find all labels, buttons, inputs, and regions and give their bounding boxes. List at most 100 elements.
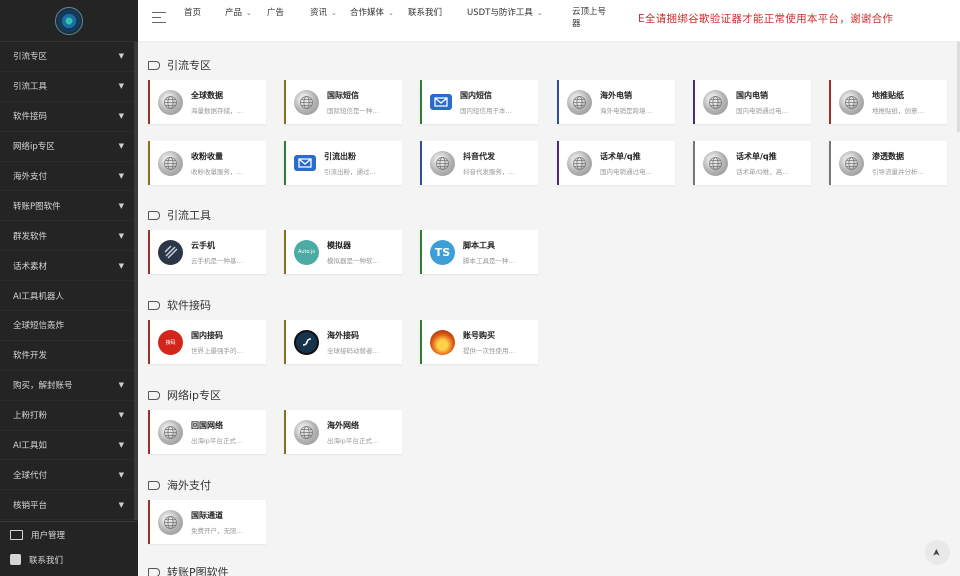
tool-card-text: 国内电销 国内电销通过电…	[736, 90, 800, 115]
logo[interactable]	[55, 6, 83, 35]
tool-card-desc: 海量数据存储，…	[191, 106, 243, 115]
sidebar-item[interactable]: 软件开发	[0, 341, 138, 371]
tool-card[interactable]: 国内短信国内短信用于本…	[420, 80, 538, 124]
tool-card[interactable]: 全球数据海量数据存储，…	[148, 80, 266, 124]
globe-icon	[839, 150, 864, 176]
tool-card[interactable]: 抖音代发抖音代发服务，…	[420, 141, 538, 185]
tool-card[interactable]: Auto.js 模拟器 模拟器是一种软…	[284, 230, 402, 274]
tool-card-name: 账号购买	[463, 330, 495, 340]
tool-card[interactable]: 海外接码 全球接码动替者…	[284, 320, 402, 364]
nav-item[interactable]: 云顶上号器	[572, 6, 614, 30]
globe-icon	[158, 419, 183, 445]
typescript-icon: TS	[430, 239, 455, 265]
tool-card-name: 抖音代发	[463, 151, 495, 161]
tool-card-text: 云手机 云手机是一种基…	[191, 240, 255, 265]
sidebar-footer-item[interactable]: 联系我们	[0, 547, 138, 572]
nav-item-label: 广告	[267, 8, 285, 18]
sidebar-item[interactable]: 上粉打粉 ▼	[0, 401, 138, 431]
sidebar-item[interactable]: 全球代付 ▼	[0, 460, 138, 491]
tool-card[interactable]: 海外网络 出海ip平台正式…	[284, 410, 402, 454]
sidebar-footer-item[interactable]: 用户管理	[0, 522, 138, 547]
globe-icon	[158, 150, 183, 176]
tag-icon	[148, 567, 160, 576]
tool-card-name: 全球数据	[191, 90, 223, 100]
tool-card[interactable]: 引流出粉 引流出粉，通过…	[284, 141, 402, 185]
sidebar-item[interactable]: AI工具如 ▼	[0, 431, 138, 461]
tool-card[interactable]: TS 脚本工具 脚本工具是一种…	[420, 230, 538, 274]
sidebar-item[interactable]: 核销平台 ▼	[0, 490, 138, 521]
globe-icon	[294, 419, 319, 445]
sidebar-item[interactable]: 购买，解封账号 ▼	[0, 371, 138, 401]
nav-item[interactable]: 首页	[184, 6, 201, 18]
tool-card[interactable]: 云手机 云手机是一种基…	[148, 230, 266, 274]
tool-card[interactable]: 回国网络 出海ip平台正式…	[148, 410, 266, 454]
chevron-down-icon: ⌄	[388, 9, 394, 17]
tool-card[interactable]: 接码 国内接码 世界上最强手的…	[148, 320, 266, 364]
tool-card-desc: 国内短信用于本…	[460, 106, 512, 115]
tool-card-text: 海外电销 海外电销是跨境…	[600, 90, 664, 115]
sidebar-footer-label: 用户管理	[31, 530, 66, 541]
tool-card[interactable]: 国内电销 国内电销通过电…	[693, 80, 811, 124]
tool-card[interactable]: 话术单/q推 国内电销通过电…	[557, 141, 675, 185]
nav-item[interactable]: 产品 ⌄	[225, 6, 252, 18]
nav-item-label: USDT与防诈工具	[467, 8, 533, 18]
tool-card-name: 国际通道	[191, 510, 223, 520]
sidebar-item[interactable]: 软件接码 ▼	[0, 102, 138, 132]
tool-card[interactable]: 地推贴纸 地推贴纸，创意…	[829, 80, 947, 124]
sidebar-item-label: 软件接码	[13, 112, 48, 123]
chevron-down-icon: ⌄	[331, 9, 337, 17]
sidebar-item[interactable]: 群发软件 ▼	[0, 221, 138, 252]
tool-card[interactable]: 国际短信 国际短信是一种…	[284, 80, 402, 124]
sidebar-item[interactable]: AI工具机器人	[0, 281, 138, 312]
section-title-label: 海外支付	[167, 479, 211, 492]
nav-item[interactable]: 广告	[267, 6, 284, 18]
tool-card[interactable]: 账号购买 提供一次性使用…	[420, 320, 538, 364]
tool-card-name: 海外接码	[327, 330, 359, 340]
sidebar: 引流专区 ▼ 引流工具 ▼ 软件接码 ▼ 网络ip专区 ▼ 海外支付 ▼ 转账P图软件 ▼ 群发软件 ▼ 话…	[0, 0, 138, 576]
sidebar-item[interactable]: 网络ip专区 ▼	[0, 132, 138, 162]
nav-item[interactable]: USDT与防诈工具 ⌄	[467, 6, 543, 18]
sea-sms-icon	[294, 329, 319, 355]
sidebar-item[interactable]: 引流专区 ▼	[0, 42, 138, 72]
sidebar-item[interactable]: 海外支付 ▼	[0, 162, 138, 192]
nav-item[interactable]: 合作媒体 ⌄	[350, 6, 394, 18]
caret-down-icon: ▼	[118, 52, 124, 61]
tool-card[interactable]: 话术单/q推 话术单/Q推，高…	[693, 141, 811, 185]
tool-card-text: 抖音代发抖音代发服务，…	[463, 151, 527, 176]
tool-card[interactable]: 渗透数据引导流量并分析…	[829, 141, 947, 185]
tool-card-text: 国内短信国内短信用于本…	[460, 90, 524, 115]
tool-card[interactable]: 海外电销 海外电销是跨境…	[557, 80, 675, 124]
tool-card-name: 渗透数据	[872, 151, 904, 161]
nav-item[interactable]: 资讯 ⌄	[310, 6, 337, 18]
tool-card-desc: 免费开户，无限…	[191, 526, 243, 535]
nav-item[interactable]: 联系我们	[408, 6, 442, 18]
tool-card-name: 国内短信	[460, 90, 492, 100]
section-title-label: 软件接码	[167, 299, 211, 312]
tool-card[interactable]: 收粉收量 收粉收量服务，…	[148, 141, 266, 185]
tool-card-name: 海外电销	[600, 90, 632, 100]
back-to-top-button[interactable]: ➤	[925, 540, 950, 565]
tool-card-name: 引流出粉	[324, 151, 356, 161]
arrow-up-icon: ➤	[931, 548, 943, 557]
tool-card-text: 国内接码 世界上最强手的…	[191, 330, 255, 355]
sidebar-item[interactable]: 引流工具 ▼	[0, 72, 138, 102]
sidebar-item[interactable]: 转账P图软件 ▼	[0, 191, 138, 222]
top-bar: 首页 产品 ⌄ 广告 资讯 ⌄ 合作媒体 ⌄ 联系我们 USDT与防诈工具 ⌄ 云顶上号器 E全请捆绑…	[138, 0, 960, 42]
sidebar-item[interactable]: 全球短信轰炸	[0, 311, 138, 341]
tool-card-desc: 脚本工具是一种…	[463, 256, 515, 265]
menu-icon[interactable]	[152, 12, 166, 24]
caret-down-icon: ▼	[118, 470, 124, 479]
tool-card-text: 收粉收量 收粉收量服务，…	[191, 151, 255, 176]
tool-card-desc: 抖音代发服务，…	[463, 167, 515, 176]
sidebar-item-label: 上粉打粉	[13, 411, 48, 422]
globe-icon	[703, 89, 728, 115]
sidebar-item[interactable]: 话术素材 ▼	[0, 251, 138, 282]
notice-marquee: E全请捆绑谷歌验证器才能正常使用本平台，谢谢合作	[638, 13, 894, 25]
tool-card-name: 国际短信	[327, 90, 359, 100]
caret-down-icon: ▼	[118, 112, 124, 121]
sidebar-item-label: AI工具机器人	[13, 291, 64, 302]
globe-icon	[703, 150, 728, 176]
tool-card-desc: 引导流量并分析…	[872, 167, 924, 176]
tool-card-desc: 国内电销通过电…	[736, 106, 788, 115]
tool-card[interactable]: 国际通道免费开户，无限…	[148, 500, 266, 544]
